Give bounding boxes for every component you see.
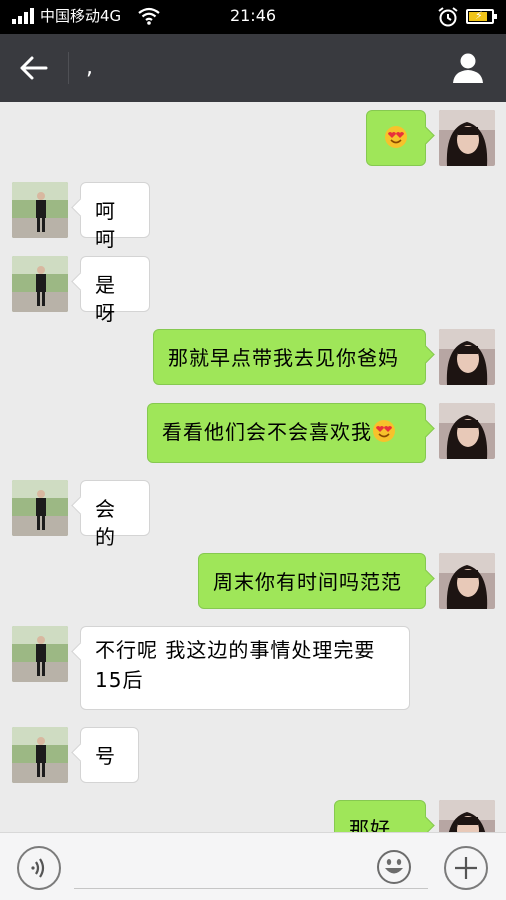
- message-bubble-outgoing[interactable]: 看看他们会不会喜欢我: [147, 403, 426, 463]
- contact-avatar[interactable]: [12, 626, 68, 682]
- my-avatar[interactable]: [439, 553, 495, 609]
- message-bubble-outgoing[interactable]: 那就早点带我去见你爸妈: [153, 329, 426, 385]
- smiley-icon[interactable]: [376, 849, 412, 885]
- contact-avatar[interactable]: [12, 480, 68, 536]
- alarm-icon: [438, 7, 458, 27]
- message-bubble-incoming[interactable]: 不行呢 我这边的事情处理完要 15后: [80, 626, 410, 710]
- message-input[interactable]: [74, 843, 428, 889]
- contact-avatar[interactable]: [12, 182, 68, 238]
- message-bubble-outgoing[interactable]: 那好吧: [334, 800, 426, 832]
- message-list[interactable]: 呵呵 是呀 那就早点带我去见你爸妈 看看他们会不会喜欢我 会的 周末你有时间吗范…: [0, 102, 506, 832]
- chat-title: ,: [86, 55, 93, 80]
- my-avatar[interactable]: [439, 800, 495, 832]
- message-bubble-incoming[interactable]: 呵呵: [80, 182, 150, 251]
- my-avatar[interactable]: [439, 110, 495, 166]
- my-avatar[interactable]: [439, 329, 495, 385]
- voice-icon[interactable]: [17, 846, 61, 890]
- message-bubble-incoming[interactable]: 是呀: [80, 256, 150, 325]
- person-icon[interactable]: [448, 50, 488, 86]
- message-bubble-incoming[interactable]: 会的: [80, 480, 150, 549]
- contact-avatar[interactable]: [12, 727, 68, 783]
- my-avatar[interactable]: [439, 403, 495, 459]
- message-bubble-outgoing[interactable]: [366, 110, 426, 166]
- header-divider: [68, 52, 69, 84]
- clock: 21:46: [229, 6, 277, 25]
- plus-icon[interactable]: [444, 846, 488, 890]
- status-bar: 中国移动4G 21:46 ⚡: [0, 0, 506, 34]
- back-arrow-icon[interactable]: [14, 50, 54, 86]
- message-bubble-outgoing[interactable]: 周末你有时间吗范范: [198, 553, 426, 609]
- heart-eyes-emoji-icon: [373, 420, 395, 442]
- chat-header: ,: [0, 34, 506, 102]
- heart-eyes-emoji-icon: [385, 126, 407, 148]
- contact-avatar[interactable]: [12, 256, 68, 312]
- battery-icon: ⚡: [466, 9, 497, 24]
- input-bar: [0, 832, 506, 900]
- message-bubble-incoming[interactable]: 号: [80, 727, 139, 783]
